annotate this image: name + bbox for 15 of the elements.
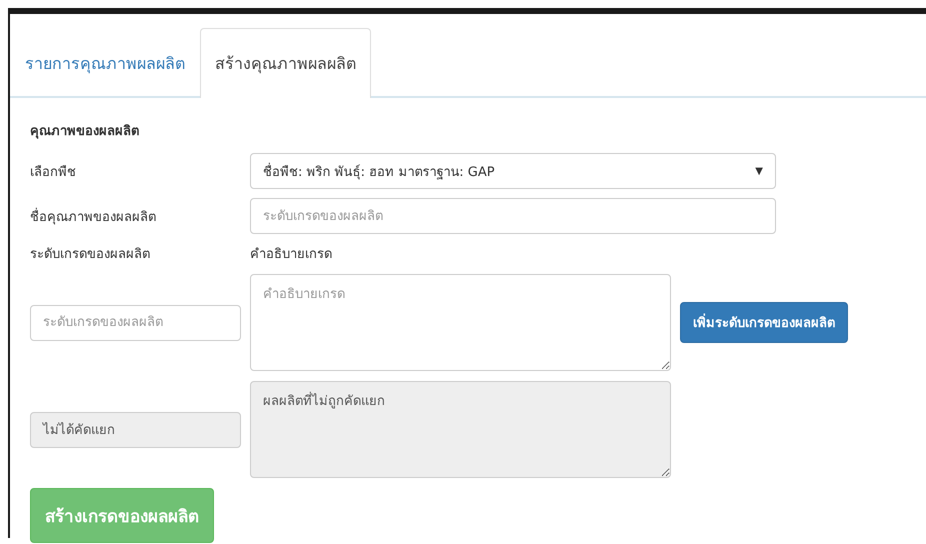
tab[interactable]: รายการคุณภาพผลผลิต	[10, 28, 200, 98]
crop-select[interactable]: ชื่อพืช: พริก พันธุ์: ฮอท มาตราฐาน: GAP ▼	[250, 153, 776, 189]
field-label: ชื่อคุณภาพของผลผลิต	[30, 206, 157, 226]
field-label: เลือกพืช	[30, 164, 77, 182]
quality-name-field[interactable]: ระดับเกรดของผลผลิต	[250, 198, 776, 234]
caret-icon: ▼	[755, 166, 763, 176]
description-field: ผลผลิตที่ไม่ถูกคัดแยก	[250, 381, 671, 478]
field-label: ระดับเกรดของผลผลิต	[30, 246, 151, 264]
grade-field: ไม่ได้คัดแยก	[30, 412, 241, 448]
description-field[interactable]: คำอธิบายเกรด	[250, 274, 671, 371]
tab[interactable]: สร้างคุณภาพผลผลิต	[200, 28, 371, 98]
grade-field[interactable]: ระดับเกรดของผลผลิต	[30, 304, 241, 340]
field-label: คำอธิบายเกรด	[250, 246, 333, 264]
form-heading: คุณภาพของผลผลิต	[30, 123, 140, 141]
add-grade-button[interactable]: เพิ่มระดับเกรดของผลผลิต	[680, 302, 848, 343]
